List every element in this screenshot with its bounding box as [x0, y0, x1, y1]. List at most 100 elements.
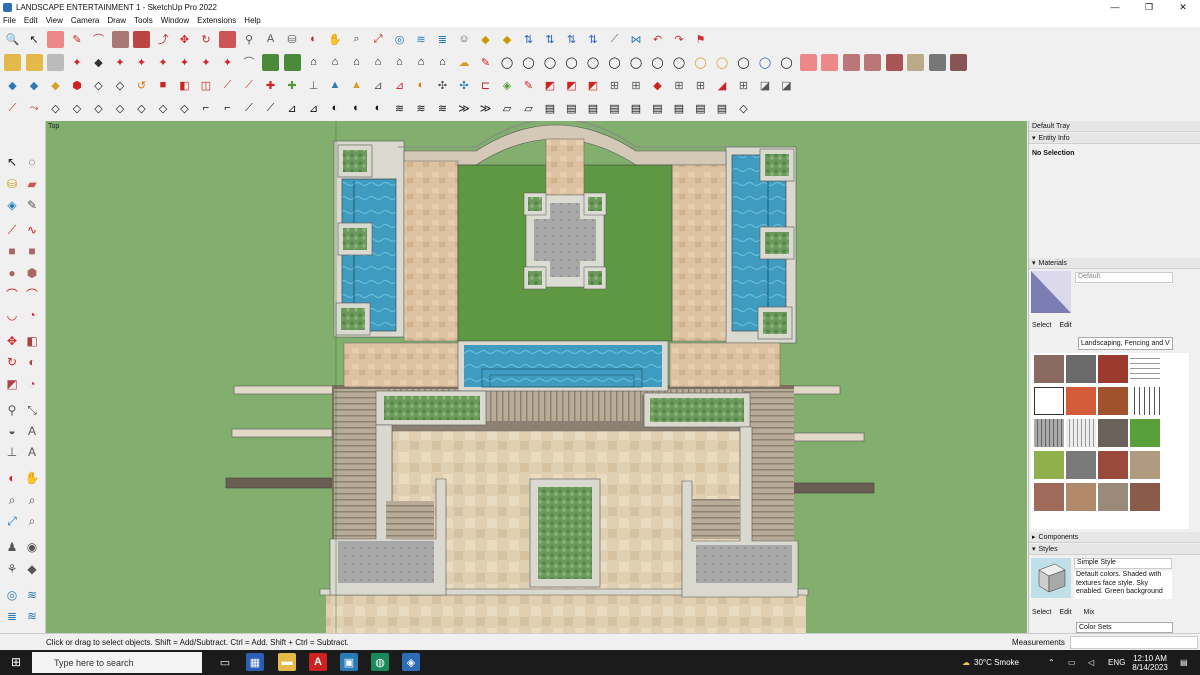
flip-red-icon[interactable]: ⇅ [542, 31, 559, 48]
eraser2-icon[interactable] [799, 53, 817, 71]
eraser-icon[interactable] [47, 30, 64, 48]
calculator-app-icon[interactable]: ▦ [246, 653, 264, 671]
menu-file[interactable]: File [3, 16, 16, 25]
zoom-extents-tool-icon[interactable]: ⤢ [4, 513, 20, 529]
menu-window[interactable]: Window [161, 16, 189, 25]
draw-af-icon[interactable]: ▤ [671, 100, 688, 117]
axes-icon[interactable]: ◆ [90, 54, 107, 71]
tool-x-icon[interactable]: ◩ [585, 77, 602, 94]
draw-o-icon[interactable]: ⊿ [305, 100, 322, 117]
iso-view-icon[interactable] [4, 53, 21, 71]
texture3-icon[interactable] [885, 53, 903, 71]
material-swatch[interactable] [1130, 355, 1160, 383]
move-tool-icon[interactable]: ✥ [4, 333, 20, 349]
tool-o-icon[interactable]: ⊿ [391, 77, 408, 94]
arc-icon[interactable]: ⌒ [90, 31, 107, 48]
pan-icon[interactable]: ✋ [327, 31, 344, 48]
house5-icon[interactable]: ⌂ [391, 54, 408, 71]
tool-e-icon[interactable]: ◧ [176, 77, 193, 94]
yellow-icon[interactable]: ◆ [47, 77, 64, 94]
flip-blue-icon[interactable]: ⇅ [585, 31, 602, 48]
rectangle-icon[interactable] [111, 30, 129, 48]
materials-tab-edit[interactable]: Edit [1059, 322, 1071, 329]
zoom-extents-icon[interactable]: ⤢ [370, 31, 387, 48]
draw-ac-icon[interactable]: ▤ [606, 100, 623, 117]
tray-chevron-icon[interactable]: ⌃ [1048, 650, 1055, 675]
tool-ae-icon[interactable]: ⊞ [735, 77, 752, 94]
section-icon[interactable]: ◆ [477, 31, 494, 48]
tool-af-icon[interactable]: ◪ [757, 77, 774, 94]
extension-manager-icon[interactable]: ≋ [24, 608, 40, 624]
styles-tab-edit[interactable]: Edit [1059, 609, 1071, 616]
extension-tool-icon[interactable]: ≋ [24, 587, 40, 603]
draw-ae-icon[interactable]: ▤ [649, 100, 666, 117]
arc2-icon[interactable]: ⌒ [24, 286, 40, 302]
close-button[interactable]: ✕ [1166, 0, 1200, 14]
texture2-icon[interactable] [864, 53, 881, 71]
styles-header[interactable]: ▾ Styles [1029, 544, 1200, 555]
draw-b-icon[interactable]: ⤳ [26, 100, 43, 117]
walk-icon[interactable]: ⚘ [4, 561, 20, 577]
windows-start-icon[interactable]: ⊞ [7, 653, 25, 671]
draw-l-icon[interactable]: ⟋ [241, 100, 258, 117]
tool-k-icon[interactable]: ⊥ [305, 77, 322, 94]
paint-bucket-icon[interactable]: ⛁ [284, 31, 301, 48]
follow-me-tool-icon[interactable]: ◐ [24, 354, 40, 370]
shape2-icon[interactable]: ◯ [520, 54, 537, 71]
material-swatch[interactable] [1130, 419, 1160, 447]
draw-q-icon[interactable]: ◐ [348, 100, 365, 117]
tape-tool-icon[interactable]: ⚲ [4, 402, 20, 418]
offset-icon[interactable]: ◔ [24, 376, 40, 392]
shape4-icon[interactable]: ◯ [563, 54, 580, 71]
shape6-icon[interactable]: ◯ [606, 54, 623, 71]
eraser3-icon[interactable] [821, 53, 838, 71]
tool-t-icon[interactable]: ◈ [499, 77, 516, 94]
line-icon[interactable]: ⟋ [4, 222, 20, 238]
menu-help[interactable]: Help [244, 16, 260, 25]
notification-icon[interactable]: ▤ [1180, 650, 1188, 675]
tool-u-icon[interactable]: ✎ [520, 77, 537, 94]
menu-edit[interactable]: Edit [24, 16, 38, 25]
line-tool-icon[interactable]: ⟋ [606, 31, 623, 48]
material-swatch[interactable] [1130, 451, 1160, 479]
house4-icon[interactable]: ⌂ [370, 54, 387, 71]
layout-icon[interactable]: ≣ [434, 31, 451, 48]
file-explorer-icon[interactable]: ▬ [278, 653, 296, 671]
polygon-icon[interactable]: ⬢ [24, 265, 40, 281]
shape13-icon[interactable]: ◯ [757, 54, 774, 71]
tool-b-icon[interactable]: ◇ [112, 77, 129, 94]
draw-f-icon[interactable]: ◇ [112, 100, 129, 117]
tool-s-icon[interactable]: ⊏ [477, 77, 494, 94]
tool-i-icon[interactable]: ✚ [262, 77, 279, 94]
text-tool-icon[interactable]: A [24, 423, 40, 439]
house3-icon[interactable]: ⌂ [348, 54, 365, 71]
house6-icon[interactable]: ⌂ [413, 54, 430, 71]
tool-m-icon[interactable]: ▲ [348, 77, 365, 94]
texture4-icon[interactable] [907, 53, 924, 71]
undo-icon[interactable]: ↶ [649, 31, 666, 48]
minimize-button[interactable]: — [1098, 0, 1132, 14]
menu-camera[interactable]: Camera [71, 16, 99, 25]
curve-icon[interactable]: ⌒ [241, 54, 258, 71]
front-view-icon[interactable] [47, 53, 64, 71]
eraser-tool-icon[interactable]: ▰ [24, 176, 40, 192]
top-view-icon[interactable] [25, 53, 43, 71]
menu-tools[interactable]: Tools [134, 16, 153, 25]
tool-ac-icon[interactable]: ⊞ [692, 77, 709, 94]
ruby-icon[interactable]: ⬢ [69, 77, 86, 94]
draw-ab-icon[interactable]: ▤ [585, 100, 602, 117]
zoom-icon[interactable]: 🔍 [4, 31, 21, 48]
draw-r-icon[interactable]: ◐ [370, 100, 387, 117]
position-camera-icon[interactable]: ♟ [4, 539, 20, 555]
material-swatch[interactable] [1098, 483, 1128, 511]
zoom-tool-icon[interactable]: ⌕ [348, 31, 365, 48]
shape12-icon[interactable]: ◯ [735, 54, 752, 71]
language-indicator[interactable]: ENG [1108, 650, 1125, 675]
shape10-icon[interactable]: ◯ [692, 54, 709, 71]
tool-r-icon[interactable]: ✣ [456, 77, 473, 94]
material-swatch[interactable] [1066, 355, 1096, 383]
component-icon[interactable]: ◈ [4, 197, 20, 213]
style-name-field[interactable]: Simple Style [1074, 558, 1172, 569]
draw-ai-icon[interactable]: ◇ [735, 100, 752, 117]
bookmark-icon[interactable]: ⚑ [692, 31, 709, 48]
